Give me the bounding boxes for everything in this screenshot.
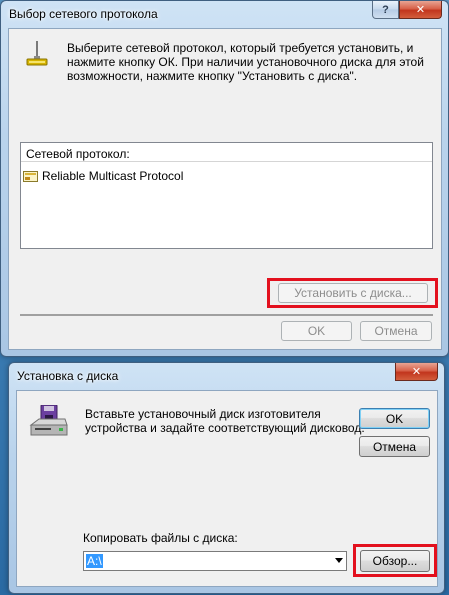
dialog-client-area: Выберите сетевой протокол, который требу… (8, 28, 442, 350)
separator (20, 314, 433, 316)
ok-button[interactable]: OK (281, 321, 352, 341)
highlight-have-disk (267, 278, 438, 308)
cancel-button[interactable]: Отмена (360, 321, 432, 341)
window-title: Выбор сетевого протокола (9, 7, 158, 21)
instruction-line-1: Выберите сетевой протокол, который требу… (67, 41, 414, 55)
help-button[interactable]: ? (372, 1, 399, 19)
list-header: Сетевой протокол: (21, 143, 432, 162)
title-bar[interactable]: Выбор сетевого протокола ? ✕ (1, 1, 448, 27)
path-value: A:\ (86, 554, 103, 568)
close-button[interactable]: ✕ (399, 1, 442, 19)
list-item[interactable]: Reliable Multicast Protocol (23, 167, 183, 185)
path-combobox[interactable]: A:\ (83, 551, 347, 571)
instruction-line-2: устройства и задайте соответствующий дис… (85, 421, 365, 435)
window-title: Установка с диска (17, 369, 119, 383)
protocol-item-icon (23, 171, 38, 182)
protocol-name: Reliable Multicast Protocol (42, 169, 184, 183)
network-protocol-dialog: Выбор сетевого протокола ? ✕ Выберите се… (0, 0, 449, 357)
title-bar[interactable]: Установка с диска ✕ (9, 363, 444, 389)
dropdown-arrow-icon[interactable] (335, 558, 343, 563)
install-from-disk-dialog: Установка с диска ✕ Вставьте установочны… (8, 362, 445, 594)
dialog-client-area: Вставьте установочный диск изготовителя … (16, 390, 438, 587)
ok-button[interactable]: OK (359, 408, 430, 429)
cancel-button[interactable]: Отмена (359, 436, 430, 457)
instruction-line-1: Вставьте установочный диск изготовителя (85, 407, 321, 421)
copy-from-label: Копировать файлы с диска: (83, 531, 238, 545)
network-protocol-icon (26, 41, 48, 66)
floppy-drive-icon (29, 405, 68, 436)
instruction-line-2: нажмите кнопку ОК. При наличии установоч… (67, 55, 424, 69)
highlight-browse (353, 544, 437, 577)
instruction-line-3: возможности, нажмите кнопку "Установить … (67, 69, 358, 83)
protocol-list[interactable]: Сетевой протокол: Reliable Multicast Pro… (20, 142, 433, 249)
close-button[interactable]: ✕ (395, 363, 438, 381)
